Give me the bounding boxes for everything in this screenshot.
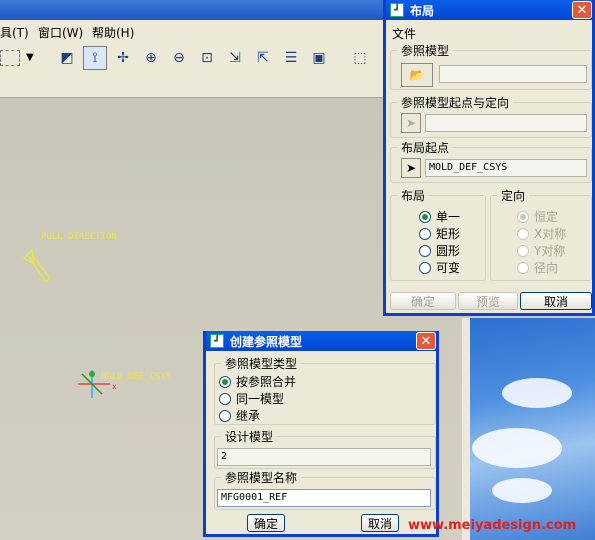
ref-type-group: 参照模型类型 按参照合并 同一模型 继承 bbox=[214, 355, 436, 425]
create-dialog-title: 创建参照模型 bbox=[230, 334, 303, 349]
app-icon: ┛ bbox=[390, 3, 404, 17]
radio-merge-by-ref[interactable]: 按参照合并 bbox=[219, 373, 296, 390]
close-icon[interactable]: ✕ bbox=[416, 332, 436, 350]
layout-origin-group: 布局起点 ➤ MOLD_DEF_CSYS bbox=[390, 139, 592, 183]
layout-dialog-titlebar: ┛ 布局 bbox=[386, 0, 592, 20]
watermark: www.meiyadesign.com bbox=[408, 518, 577, 533]
layout-dialog: ┛ 布局 ✕ 文件 参照模型 📂 参照模型起点与定向 ➤ 布局起点 ➤ MOLD… bbox=[383, 0, 595, 316]
ref-type-label: 参照模型类型 bbox=[221, 355, 302, 372]
radio-radial[interactable]: 径向 bbox=[517, 259, 558, 276]
layout-origin-field[interactable]: MOLD_DEF_CSYS bbox=[425, 159, 587, 177]
ref-origin-group: 参照模型起点与定向 ➤ bbox=[390, 94, 592, 138]
design-model-label: 设计模型 bbox=[221, 428, 278, 445]
design-model-group: 设计模型 2 bbox=[214, 428, 436, 469]
orientation-label: 定向 bbox=[497, 187, 530, 204]
window-edge bbox=[462, 318, 470, 540]
csys-icon bbox=[78, 370, 110, 398]
axis-x-label: x bbox=[112, 382, 117, 391]
orientation-group: 定向 恒定 X对称 Y对称 径向 bbox=[490, 187, 592, 281]
radio-rectangular[interactable]: 矩形 bbox=[419, 225, 460, 242]
radio-x-symmetric[interactable]: X对称 bbox=[517, 225, 566, 242]
menu-file[interactable]: 文件 bbox=[392, 25, 416, 42]
pull-direction-label: PULL DIRECTION bbox=[41, 232, 117, 242]
main-window-titlebar bbox=[0, 0, 384, 20]
ref-name-label: 参照模型名称 bbox=[221, 469, 302, 486]
ref-model-group: 参照模型 📂 bbox=[390, 42, 592, 90]
cloud bbox=[472, 428, 562, 468]
zoom-out-icon[interactable]: ⊖ bbox=[167, 46, 191, 70]
radio-circular[interactable]: 圆形 bbox=[419, 242, 460, 259]
ref-origin-label: 参照模型起点与定向 bbox=[397, 94, 514, 111]
create-ref-model-dialog: ┛ 创建参照模型 ✕ 参照模型类型 按参照合并 同一模型 继承 设计模型 2 参… bbox=[203, 331, 439, 537]
layers-icon[interactable]: ☰ bbox=[279, 46, 303, 70]
select-arrow-icon[interactable]: ➤ bbox=[401, 113, 421, 133]
create-dialog-titlebar: ┛ 创建参照模型 bbox=[206, 331, 436, 351]
wireframe-icon[interactable]: ⬚ bbox=[348, 46, 372, 70]
layout-type-label: 布局 bbox=[397, 187, 430, 204]
ref-model-label: 参照模型 bbox=[397, 42, 454, 59]
ref-model-field[interactable] bbox=[439, 65, 587, 83]
preview-button[interactable]: 预览 bbox=[458, 292, 518, 310]
ok-button[interactable]: 确定 bbox=[390, 292, 456, 310]
open-folder-icon[interactable]: 📂 bbox=[401, 63, 433, 87]
layout-origin-label: 布局起点 bbox=[397, 139, 454, 156]
cloud bbox=[502, 378, 572, 408]
menubar: 具(T) 窗口(W) 帮助(H) bbox=[0, 20, 384, 42]
menu-window[interactable]: 窗口(W) bbox=[38, 24, 83, 41]
ok-button[interactable]: 确定 bbox=[247, 514, 285, 532]
datum-display-icon[interactable]: ◩ bbox=[55, 46, 79, 70]
saved-views-icon[interactable]: ⇱ bbox=[251, 46, 275, 70]
selection-box-icon[interactable] bbox=[0, 50, 20, 66]
radio-y-symmetric[interactable]: Y对称 bbox=[517, 242, 565, 259]
reorient-icon[interactable]: ⇲ bbox=[223, 46, 247, 70]
radio-same-model[interactable]: 同一模型 bbox=[219, 390, 284, 407]
csys-display-icon[interactable]: ✢ bbox=[111, 46, 135, 70]
view-manager-icon[interactable]: ▣ bbox=[307, 46, 331, 70]
pull-direction-arrow-icon bbox=[22, 248, 51, 284]
ref-name-input[interactable]: MFG0001_REF bbox=[217, 489, 431, 507]
select-arrow-icon[interactable]: ➤ bbox=[401, 158, 421, 178]
refit-icon[interactable]: ⊡ bbox=[195, 46, 219, 70]
cancel-button[interactable]: 取消 bbox=[520, 292, 592, 310]
cloud bbox=[492, 478, 552, 503]
menu-tools[interactable]: 具(T) bbox=[0, 24, 29, 41]
ref-origin-field[interactable] bbox=[425, 114, 587, 132]
cancel-button[interactable]: 取消 bbox=[361, 514, 399, 532]
radio-constant[interactable]: 恒定 bbox=[517, 208, 558, 225]
spin-center-icon[interactable]: ⟟ bbox=[83, 46, 107, 70]
csys-label: MOLD_DEF_CSYS bbox=[101, 372, 172, 382]
design-model-field[interactable]: 2 bbox=[217, 448, 431, 466]
radio-inherit[interactable]: 继承 bbox=[219, 407, 260, 424]
menu-help[interactable]: 帮助(H) bbox=[92, 24, 134, 41]
ref-name-group: 参照模型名称 MFG0001_REF bbox=[214, 469, 436, 510]
desktop-background bbox=[462, 318, 595, 540]
radio-single[interactable]: 单一 bbox=[419, 208, 460, 225]
layout-dialog-title: 布局 bbox=[410, 3, 435, 18]
zoom-in-icon[interactable]: ⊕ bbox=[139, 46, 163, 70]
radio-variable[interactable]: 可变 bbox=[419, 259, 460, 276]
dropdown-arrow-icon[interactable]: ▼ bbox=[26, 52, 34, 63]
close-icon[interactable]: ✕ bbox=[572, 1, 592, 19]
app-icon: ┛ bbox=[210, 334, 224, 348]
layout-type-group: 布局 单一 矩形 圆形 可变 bbox=[390, 187, 486, 281]
